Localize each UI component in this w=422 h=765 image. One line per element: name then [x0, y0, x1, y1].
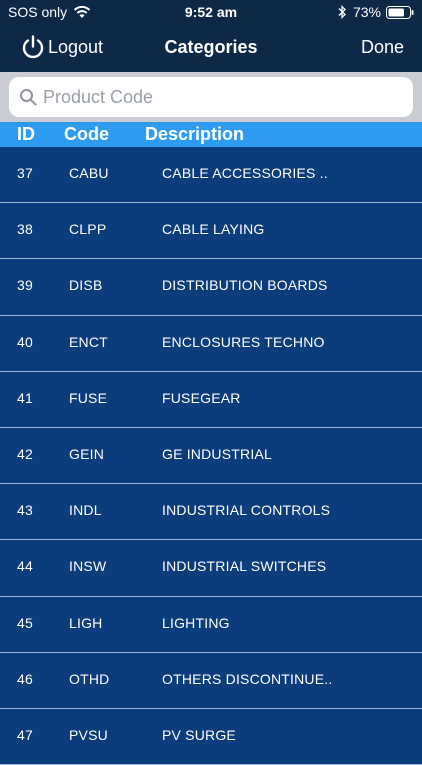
row-id: 44 — [17, 558, 33, 575]
table-row[interactable]: 45 LIGH LIGHTING — [0, 596, 422, 653]
search-input[interactable] — [43, 86, 403, 108]
row-id: 37 — [17, 165, 33, 181]
row-description: INDUSTRIAL CONTROLS — [162, 502, 331, 519]
done-button[interactable]: Done — [361, 37, 404, 58]
row-code: GEIN — [69, 445, 105, 462]
row-code: ENCT — [69, 333, 108, 350]
row-code: INDL — [69, 502, 102, 519]
table-row[interactable]: 37 CABU CABLE ACCESSORIES .. — [0, 147, 422, 204]
table-row[interactable]: 44 INSW INDUSTRIAL SWITCHES — [0, 540, 422, 597]
table-row[interactable]: 47 PVSU PV SURGE — [0, 708, 422, 765]
row-code: INSW — [69, 558, 107, 575]
row-id: 43 — [17, 502, 33, 519]
table-row[interactable]: 41 FUSE FUSEGEAR — [0, 371, 422, 428]
row-description: LIGHTING — [162, 614, 230, 631]
table-row[interactable]: 46 OTHD OTHERS DISCONTINUE.. — [0, 652, 422, 709]
search-field[interactable] — [9, 77, 413, 117]
search-icon — [20, 89, 37, 106]
row-code: LIGH — [69, 614, 103, 631]
table-row[interactable]: 38 CLPP CABLE LAYING — [0, 203, 422, 260]
navigation-bar: Logout Categories Done — [0, 24, 422, 72]
search-bar — [0, 72, 422, 122]
status-bar: SOS only 9:52 am 73% — [0, 0, 422, 24]
battery-icon — [386, 5, 414, 19]
row-description: GE INDUSTRIAL — [162, 445, 272, 462]
table-row[interactable]: 42 GEIN GE INDUSTRIAL — [0, 427, 422, 485]
column-header-id: ID — [17, 124, 35, 144]
column-header-code: Code — [64, 124, 109, 144]
row-code: DISB — [69, 277, 103, 294]
category-list: 37 CABU CABLE ACCESSORIES .. 38 CLPP CAB… — [0, 147, 422, 765]
row-code: PVSU — [69, 726, 108, 743]
table-row[interactable]: 43 INDL INDUSTRIAL CONTROLS — [0, 484, 422, 541]
row-description: ENCLOSURES TECHNO — [162, 333, 325, 350]
row-description: CABLE LAYING — [162, 221, 265, 238]
row-id: 40 — [17, 333, 33, 350]
row-code: CABU — [69, 165, 109, 181]
row-id: 39 — [17, 277, 33, 294]
status-right: 73% — [337, 4, 414, 20]
row-code: CLPP — [69, 221, 107, 238]
table-header: ID Code Description — [0, 122, 422, 147]
row-id: 41 — [17, 389, 33, 406]
row-id: 42 — [17, 445, 33, 462]
battery-percent: 73% — [352, 4, 381, 20]
row-id: 46 — [17, 670, 33, 687]
row-description: FUSEGEAR — [162, 389, 241, 406]
row-description: INDUSTRIAL SWITCHES — [162, 558, 327, 575]
row-code: FUSE — [69, 389, 108, 406]
table-row[interactable]: 39 DISB DISTRIBUTION BOARDS — [0, 259, 422, 316]
row-id: 38 — [17, 221, 33, 238]
page-title: Categories — [164, 37, 258, 57]
row-id: 47 — [17, 726, 33, 743]
bluetooth-icon — [338, 5, 346, 19]
row-id: 45 — [17, 614, 33, 631]
row-description: OTHERS DISCONTINUE.. — [162, 670, 333, 687]
row-description: CABLE ACCESSORIES .. — [162, 165, 328, 181]
row-code: OTHD — [69, 670, 110, 687]
column-header-description: Description — [145, 124, 245, 144]
row-description: PV SURGE — [162, 726, 236, 743]
table-row[interactable]: 40 ENCT ENCLOSURES TECHNO — [0, 315, 422, 372]
row-description: DISTRIBUTION BOARDS — [162, 277, 328, 294]
